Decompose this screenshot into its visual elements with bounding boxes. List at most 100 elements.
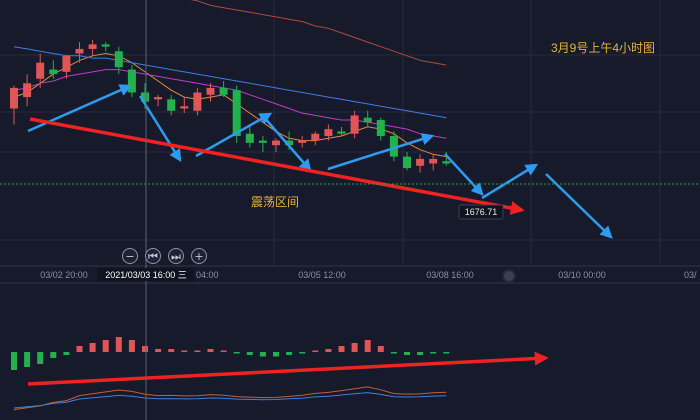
candle: [403, 152, 411, 171]
candle: [23, 74, 32, 107]
candle: [10, 85, 18, 125]
candle-body: [23, 83, 32, 98]
candle-body: [180, 106, 189, 109]
scroll-handle[interactable]: [502, 269, 516, 283]
candle-body: [49, 69, 58, 75]
trend-arrow-blue: [27, 84, 133, 133]
macd-bar: [351, 343, 358, 352]
macd-bar: [128, 340, 135, 352]
x-tick-label: 03/10 00:00: [558, 270, 606, 280]
trend-arrow-blue: [545, 173, 613, 239]
candle-body: [376, 119, 385, 136]
candle-body: [272, 140, 280, 146]
candle-body: [154, 97, 163, 100]
x-tick-label: 03/02 20:00: [40, 270, 88, 280]
macd-bar: [220, 350, 227, 352]
macd-bar: [194, 350, 201, 352]
candle: [193, 87, 202, 116]
candle: [416, 154, 425, 173]
candle: [245, 126, 254, 148]
candle: [376, 117, 385, 141]
macd-bar: [443, 352, 450, 354]
chart-stage: 3月9号上午4小时图 震荡区间 1676.71 03/02 20:00 03/0…: [0, 0, 700, 420]
candle: [258, 136, 267, 153]
x-tick-label: 03/05 12:00: [298, 270, 346, 280]
macd-bar: [115, 337, 122, 352]
macd-bar: [404, 352, 410, 355]
candle: [311, 131, 320, 146]
candle: [219, 81, 228, 98]
candle-body: [101, 44, 110, 47]
macd-bar: [390, 352, 397, 354]
candle: [62, 55, 71, 79]
candle: [154, 94, 163, 107]
time-axis: 03/02 20:00 03/05 12:00 03/08 16:00 03/1…: [40, 268, 697, 281]
macd-bar: [89, 343, 96, 352]
macd-bar: [142, 346, 148, 352]
candle-body: [403, 156, 411, 169]
macd-bar: [233, 352, 240, 354]
annotation-title: 3月9号上午4小时图: [551, 41, 655, 55]
candle-body: [75, 48, 84, 54]
macd-bar: [207, 349, 214, 352]
candle: [127, 64, 136, 98]
macd-bar: [11, 352, 17, 370]
candle-body: [206, 87, 215, 95]
macd-bar: [102, 340, 109, 352]
zoom-in-button[interactable]: +: [191, 248, 207, 264]
candle-body: [429, 158, 438, 164]
macd-bar: [259, 352, 266, 357]
macd-bar: [286, 352, 293, 355]
candle-body: [88, 44, 97, 49]
zoom-out-button[interactable]: −: [122, 248, 138, 264]
signal-line: [13, 392, 447, 409]
macd-bar: [430, 352, 437, 354]
moving-average-line: [13, 46, 447, 119]
scroll-right-button[interactable]: ⏭: [168, 248, 184, 264]
candle-body: [442, 161, 451, 164]
macd-bar: [325, 349, 332, 352]
macd-bar: [364, 340, 371, 352]
price-tag-label: 1676.71: [465, 207, 498, 217]
moving-average-line: [13, 52, 447, 158]
scroll-left-button[interactable]: ⏮: [145, 248, 161, 264]
macd-bar: [273, 352, 279, 357]
candle: [180, 97, 189, 114]
macd-bar: [299, 352, 306, 354]
range-label: 震荡区间: [251, 195, 299, 209]
macd-bar: [24, 352, 31, 367]
candlestick-chart[interactable]: 3月9号上午4小时图 震荡区间 1676.71 03/02 20:00 03/0…: [0, 0, 700, 420]
candle-body: [219, 87, 228, 95]
macd-bar: [37, 352, 44, 364]
candle-body: [193, 92, 202, 111]
macd-bar: [181, 350, 188, 352]
candle: [298, 136, 307, 148]
macd-bar: [168, 349, 175, 352]
candle-body: [363, 117, 372, 123]
macd-bar: [417, 352, 424, 355]
candle: [363, 110, 372, 127]
candle: [350, 110, 359, 139]
zoom-controls: − ⏮ ⏭ +: [122, 248, 207, 264]
candle-body: [36, 62, 45, 79]
macd-bar: [76, 346, 83, 352]
macd-bar: [246, 352, 253, 355]
x-tick-label: 04:00: [196, 270, 219, 280]
price-tag: 1676.71: [458, 204, 504, 220]
candle: [429, 154, 438, 171]
macd-bar: [338, 346, 345, 352]
candle: [272, 138, 280, 153]
macd-trend-arrow-red: [27, 351, 549, 386]
macd-bar: [50, 352, 57, 358]
candle-body: [324, 129, 333, 136]
candle-body: [258, 140, 267, 143]
candle-body: [10, 87, 18, 109]
candle-body: [167, 99, 176, 111]
candle-body: [114, 51, 123, 68]
candle-body: [298, 140, 307, 143]
candle-body: [311, 133, 320, 141]
trend-arrow-blue: [481, 163, 539, 200]
candle: [88, 39, 97, 56]
crosshair-time-label: 2021/03/03 16:00 三: [105, 270, 187, 280]
candle-body: [62, 55, 71, 72]
